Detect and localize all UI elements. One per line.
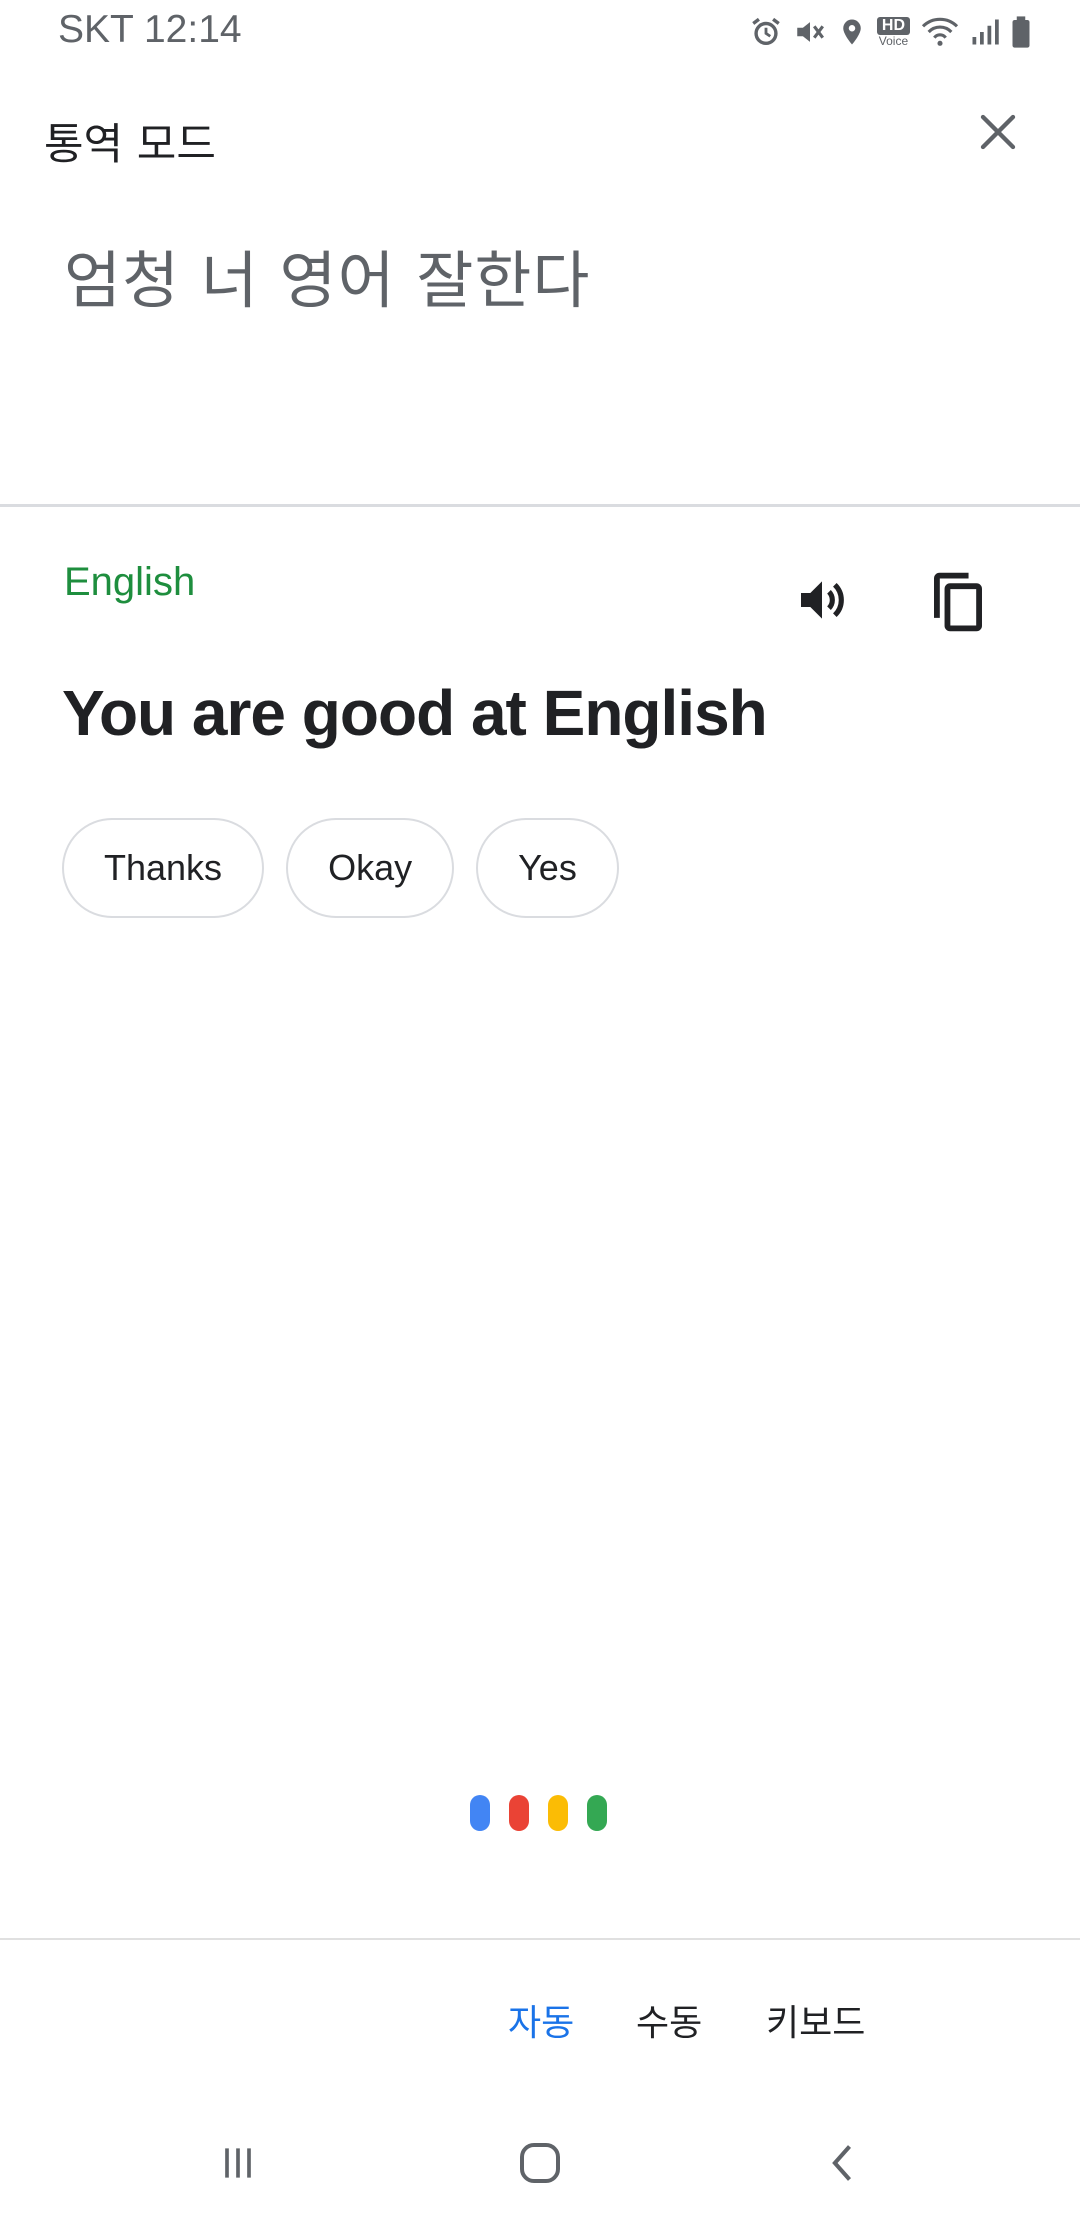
voice-listening-indicator[interactable]: [470, 1795, 607, 1831]
source-text: 엄청 너 영어 잘한다: [64, 244, 591, 317]
alarm-icon: [749, 15, 783, 49]
status-icons: HD Voice: [749, 10, 1032, 54]
quick-replies: Thanks Okay Yes: [62, 818, 619, 918]
speak-button[interactable]: [790, 570, 854, 634]
page-title: 통역 모드: [44, 120, 216, 170]
mode-tab-auto[interactable]: 자동: [508, 1994, 574, 2046]
translated-text: You are good at English: [62, 677, 768, 749]
signal-icon: [970, 15, 1000, 49]
section-divider: [0, 504, 1080, 507]
voice-dot-yellow: [548, 1795, 568, 1831]
voice-dot-blue: [470, 1795, 490, 1831]
mode-tab-manual[interactable]: 수동: [636, 1994, 702, 2046]
quick-reply-chip[interactable]: Thanks: [62, 818, 265, 918]
wifi-icon: [920, 15, 960, 49]
copy-icon: [929, 570, 987, 638]
voice-dot-green: [587, 1795, 607, 1831]
copy-button[interactable]: [922, 568, 994, 640]
battery-icon: [1010, 15, 1032, 49]
quick-reply-chip[interactable]: Okay: [286, 818, 455, 918]
location-icon: [837, 15, 867, 49]
quick-reply-chip[interactable]: Yes: [476, 818, 619, 918]
hd-voice-icon: HD Voice: [876, 17, 910, 48]
speaker-icon: [794, 572, 850, 632]
mode-tab-keyboard[interactable]: 키보드: [766, 1994, 865, 2046]
mute-icon: [793, 15, 827, 49]
recents-button[interactable]: [198, 2130, 278, 2200]
back-button[interactable]: [804, 2130, 884, 2200]
bottom-divider: [0, 1938, 1080, 1940]
home-button[interactable]: [500, 2130, 580, 2200]
target-language-label: English: [64, 560, 196, 604]
close-icon: [978, 112, 1018, 156]
status-carrier-time: SKT 12:14: [58, 8, 242, 51]
close-button[interactable]: [970, 106, 1026, 162]
back-icon: [822, 2141, 866, 2189]
recents-icon: [216, 2141, 260, 2189]
home-icon: [516, 2139, 564, 2191]
voice-dot-red: [509, 1795, 529, 1831]
